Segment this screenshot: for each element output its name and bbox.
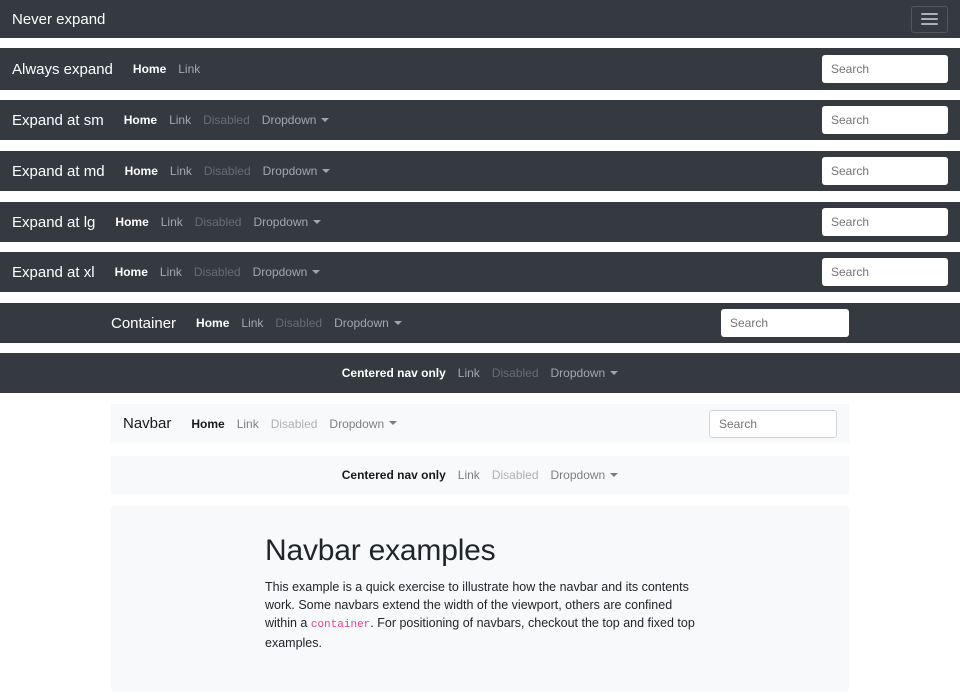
nav-links: Home Link Disabled Dropdown [109,265,327,279]
nav-link-dropdown[interactable]: Dropdown [247,265,327,279]
navbar-centered-light: Centered nav only Link Disabled Dropdown [111,456,849,494]
search-input[interactable] [822,157,948,185]
search-input[interactable] [822,55,948,83]
nav-link-home[interactable]: Home [118,113,163,127]
nav-link-disabled: Disabled [198,164,257,178]
navbar-brand[interactable]: Expand at xl [12,264,95,281]
nav-link-home[interactable]: Home [127,62,172,76]
nav-link-link[interactable]: Link [231,417,265,431]
navbar-brand[interactable]: Expand at md [12,163,105,180]
search-input[interactable] [822,208,948,236]
nav-link-disabled: Disabled [197,113,256,127]
nav-link-dropdown[interactable]: Dropdown [257,164,337,178]
nav-links: Home Link Disabled Dropdown [109,215,327,229]
nav-link-disabled: Disabled [188,265,247,279]
search-input[interactable] [721,309,849,337]
nav-link-home[interactable]: Home [109,215,154,229]
search-input[interactable] [822,258,948,286]
navbar-brand[interactable]: Expand at sm [12,112,104,129]
nav-links: Home Link Disabled Dropdown [118,113,336,127]
navbar-brand[interactable]: Never expand [12,11,105,28]
nav-links: Home Link Disabled Dropdown [119,164,337,178]
caret-down-icon [610,371,618,375]
search-input[interactable] [709,410,837,438]
caret-down-icon [312,270,320,274]
nav-link-link[interactable]: Link [172,62,206,76]
nav-link-link[interactable]: Link [452,366,486,380]
nav-link-link[interactable]: Link [163,113,197,127]
nav-link-link[interactable]: Link [235,316,269,330]
navbar-centered-dark: Centered nav only Link Disabled Dropdown [0,353,960,393]
navbar-expand-sm: Expand at sm Home Link Disabled Dropdown [0,100,960,140]
nav-link-home[interactable]: Home [190,316,235,330]
page-title: Navbar examples [265,534,695,568]
navbar-expand-md: Expand at md Home Link Disabled Dropdown [0,151,960,191]
nav-links: Home Link Disabled Dropdown [185,417,403,431]
caret-down-icon [394,321,402,325]
hamburger-icon [921,13,938,25]
navbar-light: Navbar Home Link Disabled Dropdown [111,404,849,443]
nav-link-dropdown[interactable]: Dropdown [545,366,625,380]
nav-link-dropdown[interactable]: Dropdown [545,468,625,482]
nav-link-disabled: Disabled [486,468,545,482]
jumbotron: Navbar examples This example is a quick … [111,506,849,692]
nav-link-dropdown[interactable]: Dropdown [256,113,336,127]
nav-link-dropdown[interactable]: Dropdown [247,215,327,229]
nav-link-disabled: Disabled [269,316,328,330]
nav-links: Home Link Disabled Dropdown [190,316,408,330]
navbar-never-expand: Never expand [0,0,960,38]
navbar-brand[interactable]: Navbar [123,415,171,432]
nav-link-home[interactable]: Home [185,417,230,431]
nav-link-link[interactable]: Link [154,265,188,279]
navbar-brand[interactable]: Always expand [12,61,113,78]
caret-down-icon [610,473,618,477]
navbar-expand-xl: Expand at xl Home Link Disabled Dropdown [0,252,960,292]
nav-link-dropdown[interactable]: Dropdown [328,316,408,330]
caret-down-icon [321,118,329,122]
nav-link-dropdown[interactable]: Dropdown [323,417,403,431]
navbar-brand[interactable]: Container [111,315,176,332]
nav-link-home[interactable]: Home [119,164,164,178]
inline-code: container [311,619,370,631]
nav-links: Centered nav only Link Disabled Dropdown [336,366,624,380]
intro-paragraph: This example is a quick exercise to illu… [265,578,695,652]
caret-down-icon [313,220,321,224]
navbar-container: Container Home Link Disabled Dropdown [0,303,960,343]
navbar-always-expand: Always expand Home Link [0,48,960,90]
navbar-toggler-button[interactable] [911,6,948,33]
nav-link-link[interactable]: Link [155,215,189,229]
nav-link-link[interactable]: Link [164,164,198,178]
search-input[interactable] [822,106,948,134]
navbar-expand-lg: Expand at lg Home Link Disabled Dropdown [0,202,960,242]
nav-link-centered[interactable]: Centered nav only [336,468,452,482]
nav-link-disabled: Disabled [189,215,248,229]
demo-container: Navbar Home Link Disabled Dropdown Cente… [111,404,849,692]
nav-link-disabled: Disabled [265,417,324,431]
nav-link-centered[interactable]: Centered nav only [336,366,452,380]
navbar-brand[interactable]: Expand at lg [12,214,95,231]
nav-link-link[interactable]: Link [452,468,486,482]
nav-links: Home Link [127,62,206,76]
nav-links: Centered nav only Link Disabled Dropdown [336,468,624,482]
nav-link-home[interactable]: Home [109,265,154,279]
caret-down-icon [322,169,330,173]
caret-down-icon [389,421,397,425]
nav-link-disabled: Disabled [486,366,545,380]
